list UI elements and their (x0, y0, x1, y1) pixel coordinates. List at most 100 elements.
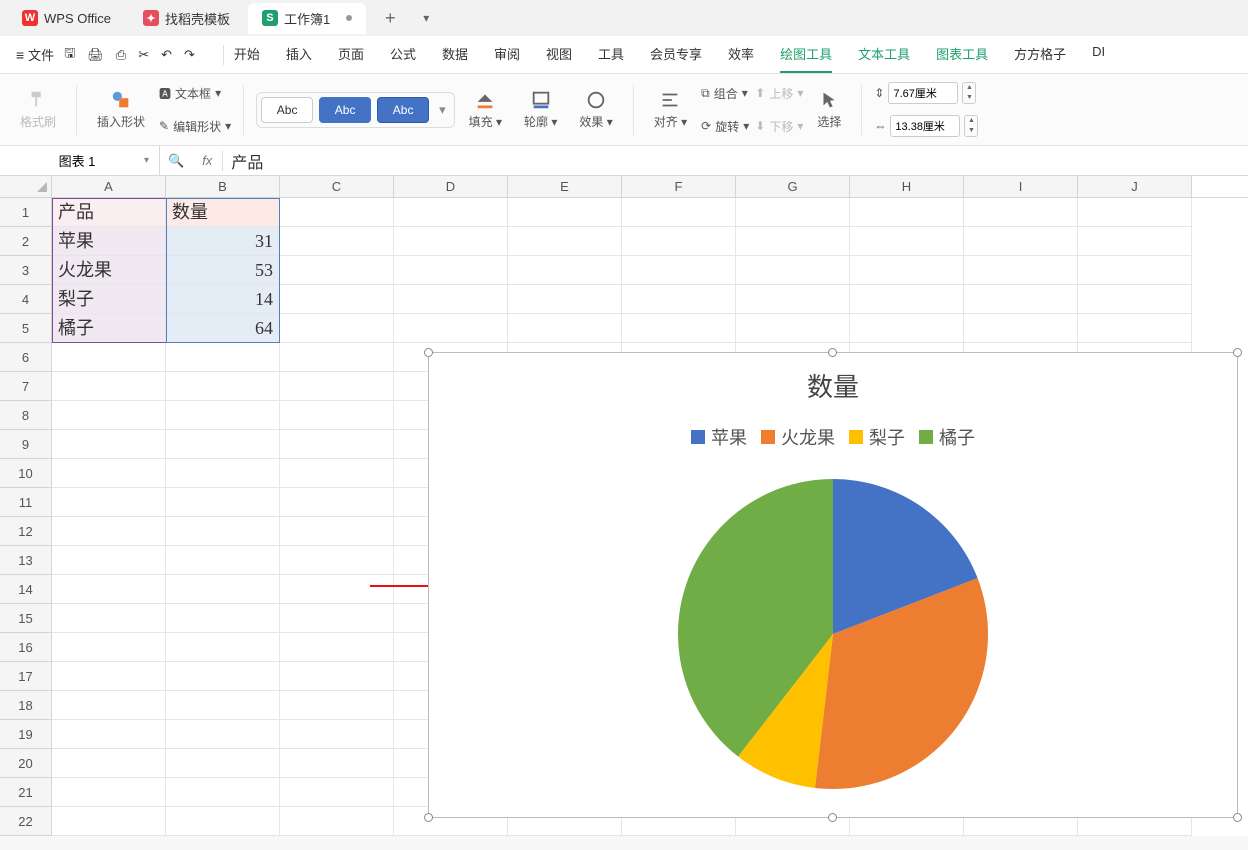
search-icon[interactable]: 🔍 (160, 153, 192, 169)
cell[interactable] (52, 604, 166, 633)
row-header[interactable]: 14 (0, 575, 52, 604)
cell[interactable] (280, 227, 394, 256)
cell[interactable] (166, 604, 280, 633)
col-header[interactable]: D (394, 176, 508, 197)
row-header[interactable]: 9 (0, 430, 52, 459)
cell[interactable] (166, 372, 280, 401)
cell[interactable]: 31 (166, 227, 280, 256)
cut-icon[interactable]: ✂ (138, 47, 149, 63)
cell[interactable]: 苹果 (52, 227, 166, 256)
cell[interactable] (280, 604, 394, 633)
cell[interactable] (52, 430, 166, 459)
style-2[interactable]: Abc (319, 97, 371, 123)
chart-title[interactable]: 数量 (429, 353, 1237, 404)
cell[interactable] (280, 546, 394, 575)
cell[interactable] (394, 314, 508, 343)
effect-button[interactable]: 效果 ▾ (571, 80, 620, 140)
redo-icon[interactable]: ↷ (184, 47, 195, 63)
save-icon[interactable]: 🖫 (64, 44, 75, 66)
row-header[interactable]: 3 (0, 256, 52, 285)
cell[interactable] (736, 198, 850, 227)
height-stepper[interactable]: ▲▼ (962, 82, 976, 104)
tab-efficiency[interactable]: 效率 (728, 36, 754, 73)
rotate-button[interactable]: ⟳旋转▾ (701, 112, 749, 141)
insert-shape-button[interactable]: 插入形状 (89, 80, 153, 140)
tab-text-tools[interactable]: 文本工具 (858, 36, 910, 73)
resize-handle[interactable] (424, 813, 433, 822)
row-header[interactable]: 13 (0, 546, 52, 575)
col-header[interactable]: E (508, 176, 622, 197)
cell[interactable] (394, 285, 508, 314)
cell[interactable] (166, 778, 280, 807)
legend-item[interactable]: 火龙果 (761, 424, 835, 450)
cell[interactable] (166, 691, 280, 720)
cell[interactable] (166, 488, 280, 517)
cell[interactable] (850, 285, 964, 314)
cell[interactable] (1078, 314, 1192, 343)
col-header[interactable]: J (1078, 176, 1192, 197)
cell[interactable] (166, 662, 280, 691)
pie-chart[interactable] (673, 474, 993, 794)
cell[interactable] (394, 227, 508, 256)
cell[interactable] (166, 575, 280, 604)
resize-handle[interactable] (1233, 348, 1242, 357)
cell[interactable] (1078, 227, 1192, 256)
cell[interactable] (280, 488, 394, 517)
row-header[interactable]: 20 (0, 749, 52, 778)
cell[interactable] (850, 227, 964, 256)
undo-icon[interactable]: ↶ (161, 47, 172, 63)
cell[interactable] (52, 662, 166, 691)
textbox-button[interactable]: 🅰文本框▾ (159, 79, 231, 108)
cell[interactable] (1078, 256, 1192, 285)
group-button[interactable]: ⧉组合▾ (701, 79, 749, 108)
select-button[interactable]: 选择 (809, 80, 849, 140)
name-box-input[interactable] (10, 153, 144, 168)
row-header[interactable]: 5 (0, 314, 52, 343)
style-3[interactable]: Abc (377, 97, 429, 123)
cell[interactable]: 梨子 (52, 285, 166, 314)
cell[interactable]: 产品 (52, 198, 166, 227)
cell[interactable] (280, 372, 394, 401)
cell[interactable] (52, 633, 166, 662)
cell[interactable]: 橘子 (52, 314, 166, 343)
style-1[interactable]: Abc (261, 97, 313, 123)
tab-page[interactable]: 页面 (338, 36, 364, 73)
cell[interactable] (508, 198, 622, 227)
cell[interactable] (280, 720, 394, 749)
align-button[interactable]: 对齐 ▾ (646, 80, 695, 140)
legend-item[interactable]: 苹果 (691, 424, 747, 450)
cell[interactable] (280, 807, 394, 836)
cell[interactable] (52, 517, 166, 546)
fx-icon[interactable]: fx (192, 153, 222, 168)
resize-handle[interactable] (1233, 813, 1242, 822)
cell[interactable] (280, 314, 394, 343)
format-brush-button[interactable]: 格式刷 (12, 80, 64, 140)
cell[interactable] (166, 633, 280, 662)
cell[interactable] (52, 575, 166, 604)
cell[interactable] (52, 459, 166, 488)
cell[interactable] (622, 285, 736, 314)
fill-button[interactable]: 填充 ▾ (461, 80, 510, 140)
cell[interactable] (52, 807, 166, 836)
cell[interactable] (280, 633, 394, 662)
cell[interactable] (736, 256, 850, 285)
cell[interactable] (736, 285, 850, 314)
tab-chart-tools[interactable]: 图表工具 (936, 36, 988, 73)
cell[interactable] (850, 198, 964, 227)
row-header[interactable]: 18 (0, 691, 52, 720)
legend-item[interactable]: 梨子 (849, 424, 905, 450)
row-header[interactable]: 12 (0, 517, 52, 546)
cell[interactable] (52, 372, 166, 401)
cell[interactable] (1078, 198, 1192, 227)
tab-insert[interactable]: 插入 (286, 36, 312, 73)
cell[interactable] (508, 256, 622, 285)
row-header[interactable]: 1 (0, 198, 52, 227)
width-stepper[interactable]: ▲▼ (964, 115, 978, 137)
resize-handle[interactable] (424, 348, 433, 357)
tab-menu-button[interactable]: ▾ (414, 6, 438, 30)
row-header[interactable]: 19 (0, 720, 52, 749)
tab-view[interactable]: 视图 (546, 36, 572, 73)
cell[interactable] (166, 749, 280, 778)
tab-formula[interactable]: 公式 (390, 36, 416, 73)
cell[interactable] (166, 343, 280, 372)
